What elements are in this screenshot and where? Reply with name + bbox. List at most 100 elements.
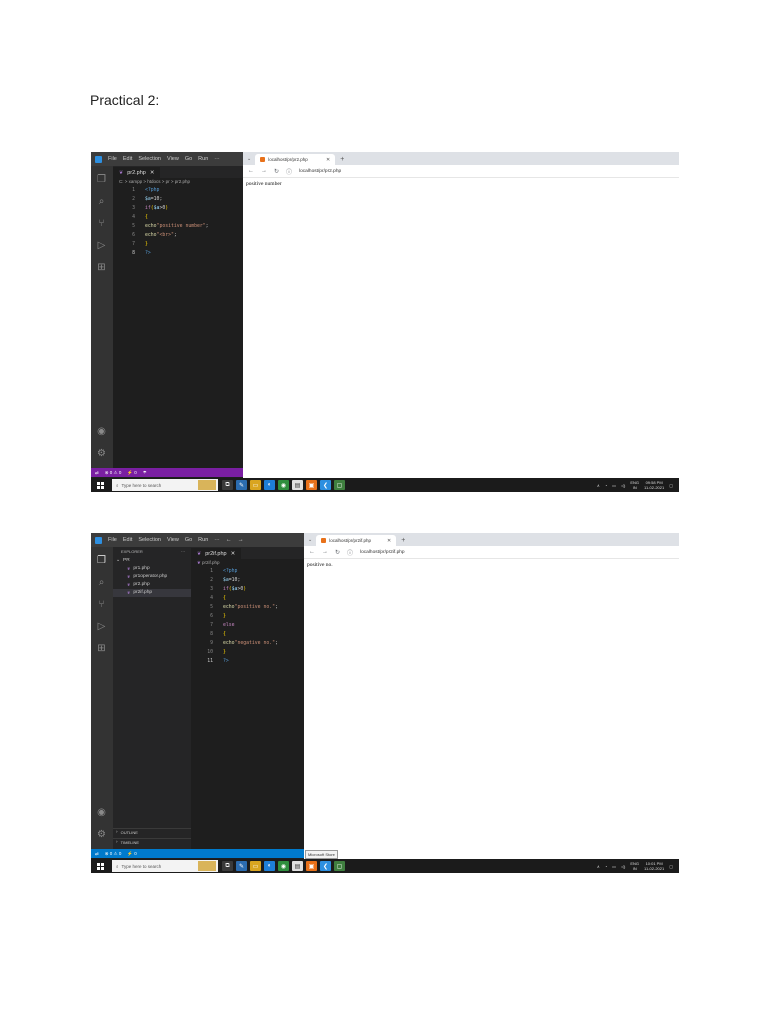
app2-icon[interactable]: ▢: [334, 861, 345, 871]
file-item[interactable]: ❦ pr2.php: [113, 581, 191, 589]
volume-icon[interactable]: ◁): [621, 483, 625, 488]
reload-icon[interactable]: ↻: [274, 168, 279, 175]
clock[interactable]: 10:01 PM 11-02-2021: [644, 861, 664, 871]
menu-item[interactable]: File: [108, 156, 117, 162]
windows-start-icon[interactable]: [97, 481, 104, 489]
explorer-icon[interactable]: ❐: [96, 174, 107, 185]
code-line[interactable]: 11 ?>: [191, 657, 304, 666]
task-view-icon[interactable]: ⧉: [222, 480, 233, 490]
nav-back-icon[interactable]: ←: [226, 537, 232, 543]
chrome-icon[interactable]: ◉: [278, 861, 289, 871]
status-item[interactable]: ⊗ 0 ⚠ 0: [105, 470, 122, 476]
menu-item[interactable]: Selection: [138, 156, 161, 162]
menu-item[interactable]: Go: [185, 537, 192, 543]
xampp-icon[interactable]: ▣: [306, 861, 317, 871]
file-explorer-icon[interactable]: ▭: [250, 480, 261, 490]
outline-section[interactable]: › OUTLINE: [113, 828, 194, 837]
run-debug-icon[interactable]: ▷: [96, 621, 107, 632]
language-indicator[interactable]: ENG IN: [630, 861, 639, 871]
code-line[interactable]: 7}: [113, 240, 243, 249]
reload-icon[interactable]: ↻: [335, 549, 340, 556]
search-icon[interactable]: ⌕: [96, 196, 107, 207]
run-debug-icon[interactable]: ▷: [96, 240, 107, 251]
xampp-icon[interactable]: ▣: [306, 480, 317, 490]
tab-search-icon[interactable]: ⌄: [247, 154, 251, 165]
code-line[interactable]: 8 ?>: [113, 249, 243, 258]
vscode-taskbar-icon[interactable]: ❮: [320, 861, 331, 871]
code-line[interactable]: 3 if($a>0): [113, 204, 243, 213]
menu-item[interactable]: File: [108, 537, 117, 543]
file-item[interactable]: ❦ pr1operator.php: [113, 573, 191, 581]
code-line[interactable]: 7 else: [191, 621, 304, 630]
nav-forward-icon[interactable]: →: [238, 537, 244, 543]
app-icon[interactable]: ✎: [236, 480, 247, 490]
gear-icon[interactable]: ⚙: [96, 448, 107, 459]
close-icon[interactable]: ✕: [150, 170, 155, 176]
address-bar[interactable]: localhost/pr/pr2if.php: [360, 550, 405, 555]
store-icon[interactable]: ▤: [292, 861, 303, 871]
folder-row[interactable]: ⌄ PR: [113, 557, 191, 565]
wifi-icon[interactable]: ◔: [605, 483, 607, 488]
language-indicator[interactable]: ENG IN: [630, 480, 639, 490]
remote-icon[interactable]: ⇌: [95, 470, 99, 476]
file-item[interactable]: ❦ pr1.php: [113, 565, 191, 573]
code-line[interactable]: 3 if($a>0): [191, 585, 304, 594]
menu-item[interactable]: Run: [198, 537, 208, 543]
code-line[interactable]: 5 echo"positive no.";: [191, 603, 304, 612]
forward-icon[interactable]: →: [261, 168, 267, 174]
volume-icon[interactable]: ◁): [621, 864, 625, 869]
chrome-icon[interactable]: ◉: [278, 480, 289, 490]
status-item[interactable]: ⚡ 0: [127, 470, 136, 476]
remote-icon[interactable]: ⇌: [95, 851, 99, 857]
code-line[interactable]: 9 echo"negative no.";: [191, 639, 304, 648]
code-line[interactable]: 6 echo"<br>";: [113, 231, 243, 240]
source-control-icon[interactable]: ⑂: [96, 599, 107, 610]
menu-item[interactable]: Edit: [123, 537, 132, 543]
timeline-section[interactable]: › TIMELINE: [113, 838, 194, 847]
menu-item[interactable]: View: [167, 537, 179, 543]
code-line[interactable]: 1 <?php: [113, 186, 243, 195]
forward-icon[interactable]: →: [322, 549, 328, 555]
explorer-icon[interactable]: ❐: [96, 555, 107, 566]
menu-item[interactable]: Edit: [123, 156, 132, 162]
source-control-icon[interactable]: ⑂: [96, 218, 107, 229]
menu-item[interactable]: Run: [198, 156, 208, 162]
code-line[interactable]: 4{: [191, 594, 304, 603]
close-tab-icon[interactable]: ✕: [387, 538, 391, 544]
browser-tab[interactable]: localhost/pr/pr2if.php ✕: [316, 535, 397, 546]
menu-item[interactable]: Go: [185, 156, 192, 162]
taskbar-search-box[interactable]: ⌕ Type here to search: [112, 479, 218, 491]
file-explorer-icon[interactable]: ▭: [250, 861, 261, 871]
edge-icon[interactable]: ◐: [264, 480, 275, 490]
breadcrumb[interactable]: C: > xampp > htdocs > pr > pr2.php: [113, 178, 243, 186]
search-icon[interactable]: ⌕: [96, 577, 107, 588]
clock[interactable]: 09:58 PM 11-02-2021: [644, 480, 664, 490]
editor-tab[interactable]: ❦ pr2.php ✕: [113, 167, 161, 178]
file-item[interactable]: ❦ pr2if.php: [113, 589, 191, 597]
back-icon[interactable]: ←: [248, 168, 254, 174]
account-icon[interactable]: ◉: [96, 807, 107, 818]
app-icon[interactable]: ✎: [236, 861, 247, 871]
code-line[interactable]: 4{: [113, 213, 243, 222]
code-line[interactable]: 5 echo"positive number";: [113, 222, 243, 231]
battery-icon[interactable]: ▭: [612, 864, 616, 869]
task-view-icon[interactable]: ⧉: [222, 861, 233, 871]
code-editor[interactable]: 1 <?php 2 $a=10; 3 if($a>0) 4{5 echo"positive n…: [191, 567, 304, 666]
code-line[interactable]: 1 <?php: [191, 567, 304, 576]
new-tab-icon[interactable]: +: [340, 154, 344, 165]
code-line[interactable]: 6}: [191, 612, 304, 621]
status-item[interactable]: ⚡ 0: [127, 851, 136, 857]
taskbar-search-box[interactable]: ⌕ Type here to search: [112, 860, 218, 872]
menu-item[interactable]: ···: [214, 537, 220, 543]
app2-icon[interactable]: ▢: [334, 480, 345, 490]
close-icon[interactable]: ✕: [231, 551, 236, 557]
notification-icon[interactable]: ▢: [669, 864, 673, 869]
status-item[interactable]: ⊗ 0 ⚠ 0: [105, 851, 122, 857]
account-icon[interactable]: ◉: [96, 426, 107, 437]
code-line[interactable]: 2 $a=10;: [113, 195, 243, 204]
back-icon[interactable]: ←: [309, 549, 315, 555]
tray-arrow-icon[interactable]: ∧: [597, 483, 600, 488]
vscode-taskbar-icon[interactable]: ❮: [320, 480, 331, 490]
browser-tab[interactable]: localhost/pr/pr2.php ✕: [255, 154, 336, 165]
address-bar[interactable]: localhost/pr/pr2.php: [299, 169, 341, 174]
